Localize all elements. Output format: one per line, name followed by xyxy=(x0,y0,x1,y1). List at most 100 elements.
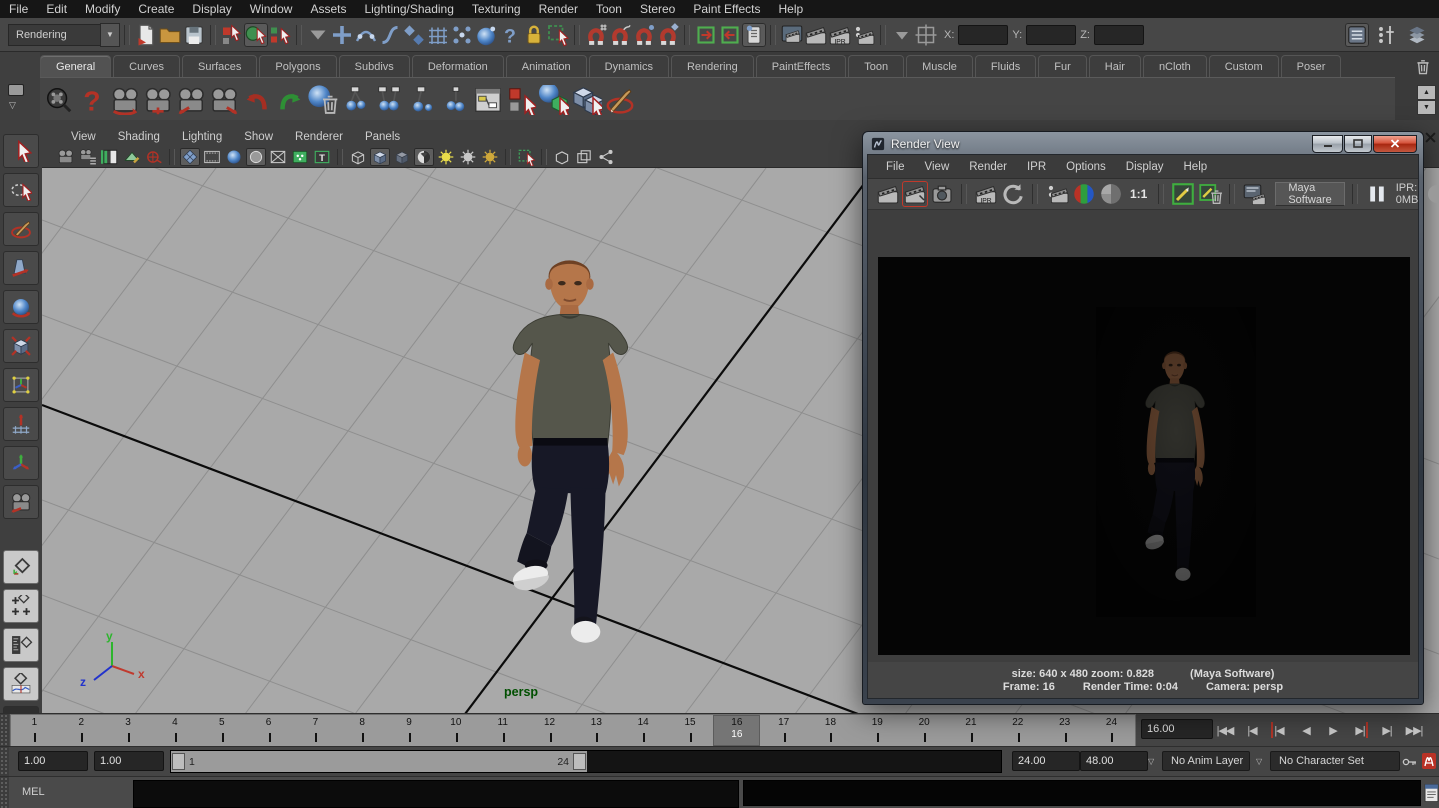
playback-button[interactable]: |◀ xyxy=(1239,717,1265,743)
shaded-display-icon[interactable] xyxy=(224,148,244,166)
inputs-to-selected-icon[interactable] xyxy=(694,23,718,47)
absolute-transform-icon[interactable] xyxy=(914,23,938,47)
playblast-icon[interactable] xyxy=(44,85,74,115)
timeline-frame-cell[interactable]: 16 16 xyxy=(713,715,760,746)
timeline-frame-cell[interactable]: 1 1 xyxy=(11,715,58,746)
chevron-down-icon[interactable]: ▽ xyxy=(1148,757,1154,766)
camera-dolly-icon[interactable] xyxy=(176,85,206,115)
default-lighting-icon[interactable] xyxy=(436,148,456,166)
camera-zoom-icon[interactable] xyxy=(209,85,239,115)
snap-to-curves-icon[interactable] xyxy=(378,23,402,47)
last-tool-button[interactable] xyxy=(3,485,39,519)
no-lights-icon[interactable] xyxy=(458,148,478,166)
shelf-tab[interactable]: Rendering xyxy=(671,55,754,77)
render-current-frame-icon[interactable] xyxy=(804,23,828,47)
render-view-titlebar[interactable]: Render View xyxy=(867,132,1419,154)
pane-close-icon[interactable] xyxy=(1423,130,1437,144)
lasso-tool-button[interactable] xyxy=(3,173,39,207)
remove-image-icon[interactable] xyxy=(1198,182,1222,206)
menu-item[interactable]: Modify xyxy=(76,0,129,18)
menu-item[interactable]: Lighting/Shading xyxy=(355,0,462,18)
timeline-frame-cell[interactable]: 17 17 xyxy=(760,715,807,746)
show-manipulator-button[interactable] xyxy=(3,446,39,480)
playback-button[interactable]: ▶▶| xyxy=(1401,717,1427,743)
move-tool-button[interactable] xyxy=(3,251,39,285)
tear-off-copy-icon[interactable] xyxy=(574,148,594,166)
shelf-scroll-up-icon[interactable]: ▲ xyxy=(1417,85,1436,100)
gate-mask-icon[interactable] xyxy=(268,148,288,166)
close-button[interactable] xyxy=(1373,135,1417,153)
shelf-selector-icon[interactable] xyxy=(8,84,24,96)
snap-magnet-point-icon[interactable] xyxy=(632,23,656,47)
panel-menu-item[interactable]: Renderer xyxy=(284,131,354,143)
render-view-menu-item[interactable]: File xyxy=(876,161,915,173)
panel-menu-item[interactable]: View xyxy=(60,131,107,143)
timeline-frame-cell[interactable]: 15 15 xyxy=(667,715,714,746)
ipr-render-icon[interactable]: IPR xyxy=(828,23,852,47)
textured-mode-icon[interactable] xyxy=(414,148,434,166)
timeline-frame-cell[interactable]: 6 6 xyxy=(245,715,292,746)
redo-previous-render-icon[interactable] xyxy=(903,182,927,206)
soft-modification-button[interactable] xyxy=(3,407,39,441)
timeline-frame-cell[interactable]: 24 24 xyxy=(1088,715,1135,746)
cluster-icon[interactable] xyxy=(440,85,470,115)
layout-four-pane-button[interactable] xyxy=(3,589,39,623)
menu-item[interactable]: Create xyxy=(129,0,183,18)
select-components-icon[interactable] xyxy=(572,85,602,115)
maximize-button[interactable] xyxy=(1344,135,1372,153)
timeline-frame-cell[interactable]: 13 13 xyxy=(573,715,620,746)
anim-layer-field[interactable]: No Anim Layer xyxy=(1162,751,1250,771)
render-icon[interactable] xyxy=(876,182,900,206)
timeline-frame-cell[interactable]: 18 18 xyxy=(807,715,854,746)
snap-magnet-grid-icon[interactable] xyxy=(584,23,608,47)
panel-menu-item[interactable]: Show xyxy=(233,131,284,143)
shelf-tab[interactable]: Deformation xyxy=(412,55,504,77)
playback-button[interactable]: ▶| xyxy=(1347,717,1373,743)
select-object-mode-icon[interactable] xyxy=(244,23,268,47)
layout-outliner-persp-button[interactable] xyxy=(3,628,39,662)
shelf-scroll-down-icon[interactable]: ▼ xyxy=(1417,100,1436,115)
mel-command-input[interactable] xyxy=(133,780,739,808)
timeline-frame-cell[interactable]: 20 20 xyxy=(901,715,948,746)
construction-history-icon[interactable] xyxy=(742,23,766,47)
keep-image-icon[interactable] xyxy=(1171,182,1195,206)
timeline-grip[interactable] xyxy=(0,714,9,747)
select-hierarchy-mode-icon[interactable] xyxy=(220,23,244,47)
menu-item[interactable]: Texturing xyxy=(463,0,530,18)
rgb-channels-icon[interactable] xyxy=(1072,182,1096,206)
x-coordinate-input[interactable] xyxy=(958,25,1008,45)
panel-menu-item[interactable]: Lighting xyxy=(171,131,233,143)
open-render-view-icon[interactable] xyxy=(780,23,804,47)
render-region-icon[interactable] xyxy=(1045,182,1069,206)
shelf-tab[interactable]: Polygons xyxy=(259,55,336,77)
menu-item[interactable]: Paint Effects xyxy=(684,0,769,18)
timeline-frame-cell[interactable]: 7 7 xyxy=(292,715,339,746)
resolution-gate-icon[interactable] xyxy=(246,148,266,166)
menu-item[interactable]: Edit xyxy=(37,0,76,18)
shelf-tab[interactable]: Subdivs xyxy=(339,55,410,77)
render-view-menu-item[interactable]: Render xyxy=(959,161,1017,173)
auto-keyframe-icon[interactable] xyxy=(1421,752,1437,770)
shelf-menu-arrow-icon[interactable]: ▽ xyxy=(9,100,16,111)
range-end-handle[interactable] xyxy=(573,753,586,770)
ik-spline-tool-icon[interactable] xyxy=(407,85,437,115)
playback-button[interactable]: ▶ xyxy=(1320,717,1346,743)
redo-icon[interactable] xyxy=(275,85,305,115)
wireframe-display-icon[interactable] xyxy=(180,148,200,166)
safe-title-icon[interactable]: T xyxy=(312,148,332,166)
shelf-tab[interactable]: Dynamics xyxy=(589,55,669,77)
universal-manipulator-button[interactable] xyxy=(3,368,39,402)
command-grip[interactable] xyxy=(0,777,9,808)
timeline-frame-cell[interactable]: 22 22 xyxy=(994,715,1041,746)
share-view-icon[interactable] xyxy=(596,148,616,166)
playback-end-input[interactable] xyxy=(1012,751,1080,771)
attribute-editor-toggle-icon[interactable] xyxy=(1345,23,1369,47)
current-time-input[interactable] xyxy=(1141,719,1213,739)
shelf-tab[interactable]: nCloth xyxy=(1143,55,1207,77)
help-icon[interactable]: ? xyxy=(498,23,522,47)
timeline-frame-cell[interactable]: 2 2 xyxy=(58,715,105,746)
playback-button[interactable]: |◀ xyxy=(1266,717,1292,743)
open-scene-icon[interactable] xyxy=(158,23,182,47)
range-slider-track[interactable]: 1 24 xyxy=(170,750,1002,773)
snap-together-icon[interactable] xyxy=(450,23,474,47)
